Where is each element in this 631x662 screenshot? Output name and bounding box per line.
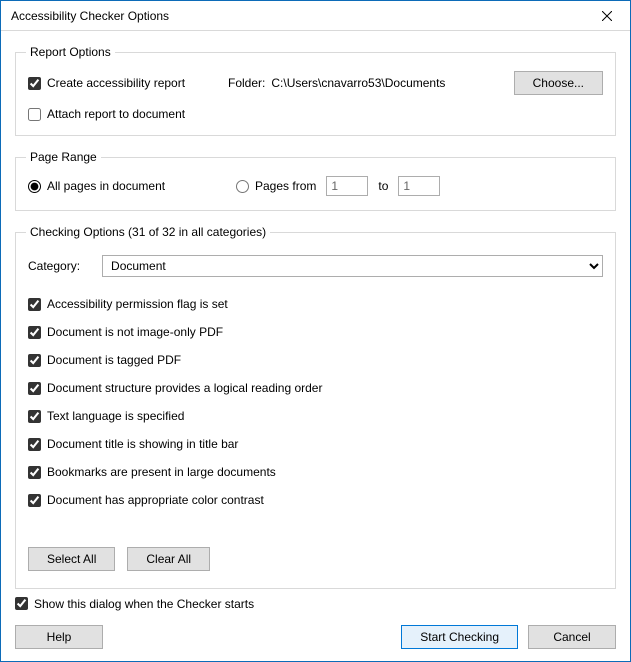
- attach-report-input[interactable]: [28, 108, 41, 121]
- cancel-button[interactable]: Cancel: [528, 625, 616, 649]
- page-range-group: Page Range All pages in document Pages f…: [15, 150, 616, 211]
- check-item-label: Accessibility permission flag is set: [47, 297, 228, 311]
- pages-from-label: Pages from: [255, 179, 316, 193]
- pages-from-radio[interactable]: Pages from: [236, 179, 316, 193]
- attach-report-checkbox[interactable]: Attach report to document: [28, 107, 185, 121]
- report-options-legend: Report Options: [26, 45, 115, 59]
- select-all-button[interactable]: Select All: [28, 547, 115, 571]
- check-item-label: Document is not image-only PDF: [47, 325, 223, 339]
- dialog-content: Report Options Create accessibility repo…: [1, 31, 630, 661]
- check-item-label: Document structure provides a logical re…: [47, 381, 322, 395]
- check-item-label: Document title is showing in title bar: [47, 437, 238, 451]
- check-item-input[interactable]: [28, 410, 41, 423]
- show-dialog-input[interactable]: [15, 597, 28, 610]
- show-dialog-label: Show this dialog when the Checker starts: [34, 597, 254, 611]
- start-checking-button[interactable]: Start Checking: [401, 625, 518, 649]
- check-item-label: Bookmarks are present in large documents: [47, 465, 276, 479]
- check-item-input[interactable]: [28, 466, 41, 479]
- check-item[interactable]: Document is not image-only PDF: [28, 325, 603, 339]
- page-range-legend: Page Range: [26, 150, 101, 164]
- check-list: Accessibility permission flag is set Doc…: [28, 297, 603, 507]
- check-item[interactable]: Bookmarks are present in large documents: [28, 465, 603, 479]
- check-item-input[interactable]: [28, 494, 41, 507]
- folder-path: C:\Users\cnavarro53\Documents: [271, 76, 445, 90]
- pages-from-input[interactable]: [236, 180, 249, 193]
- check-item[interactable]: Accessibility permission flag is set: [28, 297, 603, 311]
- close-icon: [602, 11, 612, 21]
- checking-options-group: Checking Options (31 of 32 in all catego…: [15, 225, 616, 589]
- check-item-label: Document has appropriate color contrast: [47, 493, 264, 507]
- all-pages-input[interactable]: [28, 180, 41, 193]
- create-report-checkbox[interactable]: Create accessibility report: [28, 76, 228, 90]
- report-options-group: Report Options Create accessibility repo…: [15, 45, 616, 136]
- check-item-label: Document is tagged PDF: [47, 353, 181, 367]
- checking-options-legend: Checking Options (31 of 32 in all catego…: [26, 225, 270, 239]
- all-pages-label: All pages in document: [47, 179, 165, 193]
- check-item-input[interactable]: [28, 438, 41, 451]
- check-item-input[interactable]: [28, 298, 41, 311]
- category-select[interactable]: Document: [102, 255, 603, 277]
- check-item[interactable]: Document structure provides a logical re…: [28, 381, 603, 395]
- check-item-input[interactable]: [28, 382, 41, 395]
- check-item-label: Text language is specified: [47, 409, 184, 423]
- titlebar: Accessibility Checker Options: [1, 1, 630, 31]
- create-report-label: Create accessibility report: [47, 76, 185, 90]
- all-pages-radio[interactable]: All pages in document: [28, 179, 208, 193]
- dialog-window: Accessibility Checker Options Report Opt…: [0, 0, 631, 662]
- check-item[interactable]: Text language is specified: [28, 409, 603, 423]
- check-item[interactable]: Document is tagged PDF: [28, 353, 603, 367]
- pages-from-value[interactable]: [326, 176, 368, 196]
- check-item[interactable]: Document has appropriate color contrast: [28, 493, 603, 507]
- show-dialog-checkbox[interactable]: Show this dialog when the Checker starts: [15, 597, 254, 611]
- clear-all-button[interactable]: Clear All: [127, 547, 210, 571]
- check-item-input[interactable]: [28, 326, 41, 339]
- choose-folder-button[interactable]: Choose...: [514, 71, 603, 95]
- help-button[interactable]: Help: [15, 625, 103, 649]
- attach-report-label: Attach report to document: [47, 107, 185, 121]
- folder-label: Folder:: [228, 76, 265, 90]
- create-report-input[interactable]: [28, 77, 41, 90]
- pages-to-label: to: [378, 179, 388, 193]
- check-item[interactable]: Document title is showing in title bar: [28, 437, 603, 451]
- window-title: Accessibility Checker Options: [11, 9, 169, 23]
- pages-to-value[interactable]: [398, 176, 440, 196]
- category-label: Category:: [28, 259, 80, 273]
- close-button[interactable]: [584, 1, 630, 31]
- check-item-input[interactable]: [28, 354, 41, 367]
